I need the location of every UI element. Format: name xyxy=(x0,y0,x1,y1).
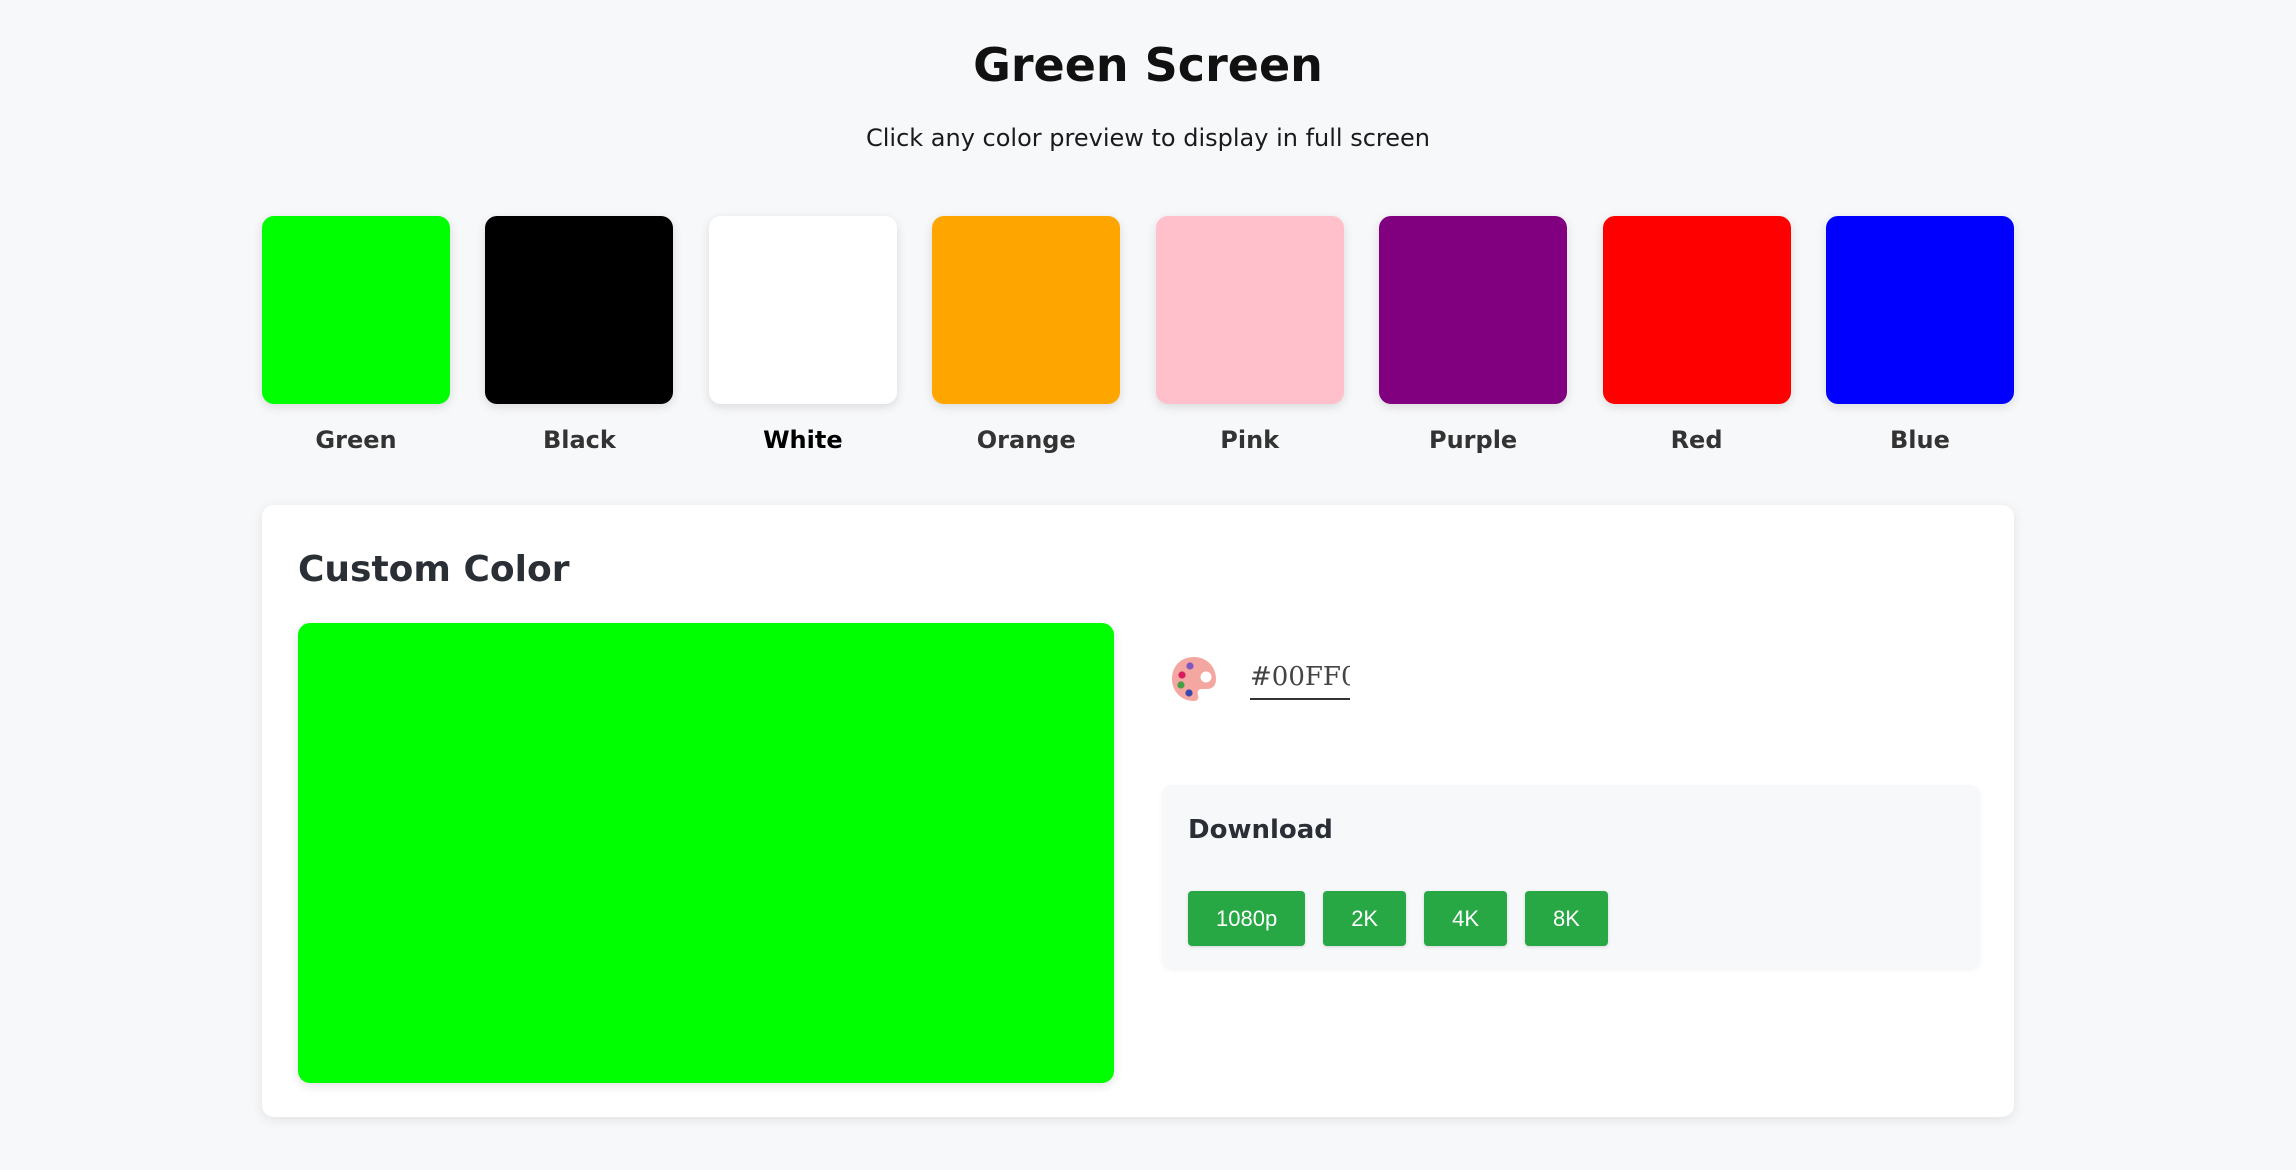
preset-blue[interactable]: Blue xyxy=(1825,216,2014,454)
color-swatch[interactable] xyxy=(1155,216,1344,404)
download-panel: Download 1080p 2K 4K 8K xyxy=(1162,785,1980,968)
preset-pink[interactable]: Pink xyxy=(1155,216,1344,454)
preset-orange[interactable]: Orange xyxy=(932,216,1121,454)
color-swatch[interactable] xyxy=(1602,216,1791,404)
color-swatch[interactable] xyxy=(932,216,1121,404)
preset-swatch-list: Green Black White Orange Pink Purple Red… xyxy=(262,216,2014,454)
download-title: Download xyxy=(1188,815,1333,845)
custom-color-preview[interactable] xyxy=(298,623,1114,1083)
page-subtitle: Click any color preview to display in fu… xyxy=(865,124,1430,152)
color-swatch[interactable] xyxy=(262,216,450,404)
hex-color-input[interactable] xyxy=(1250,658,1350,700)
swatch-label: Blue xyxy=(1890,426,1950,454)
download-8k-button[interactable]: 8K xyxy=(1525,891,1608,946)
download-1080p-button[interactable]: 1080p xyxy=(1188,891,1306,946)
custom-color-title: Custom Color xyxy=(298,549,570,590)
page-title: Green Screen xyxy=(973,38,1323,92)
swatch-label: Purple xyxy=(1429,426,1518,454)
color-swatch[interactable] xyxy=(708,216,897,404)
color-swatch[interactable] xyxy=(1825,216,2014,404)
swatch-label: Black xyxy=(542,426,616,454)
preset-purple[interactable]: Purple xyxy=(1379,216,1568,454)
swatch-label: Orange xyxy=(976,426,1076,454)
preset-red[interactable]: Red xyxy=(1602,216,1791,454)
preset-black[interactable]: Black xyxy=(485,216,674,454)
color-picker-row xyxy=(1168,653,1350,705)
download-button-row: 1080p 2K 4K 8K xyxy=(1188,891,1608,946)
palette-icon[interactable] xyxy=(1168,653,1220,705)
color-swatch[interactable] xyxy=(485,216,674,404)
swatch-label: Red xyxy=(1670,426,1723,454)
custom-color-card: Custom Color Download 1080p 2K 4K 8K xyxy=(262,505,2014,1117)
preset-green[interactable]: Green xyxy=(262,216,450,454)
color-swatch[interactable] xyxy=(1379,216,1568,404)
download-2k-button[interactable]: 2K xyxy=(1323,891,1407,946)
swatch-label: Green xyxy=(315,426,397,454)
swatch-label: White xyxy=(763,426,843,454)
download-4k-button[interactable]: 4K xyxy=(1424,891,1508,946)
swatch-label: Pink xyxy=(1220,426,1280,454)
preset-white[interactable]: White xyxy=(708,216,897,454)
